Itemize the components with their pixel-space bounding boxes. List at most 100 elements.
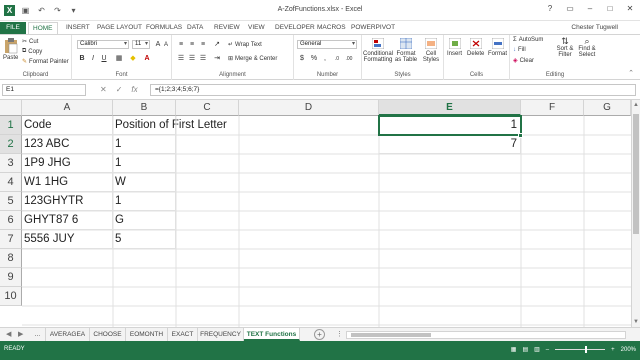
row-header-5[interactable]: 5 (0, 192, 22, 211)
align-middle-icon[interactable]: ≡ (187, 40, 197, 50)
number-format-select[interactable]: General (297, 40, 357, 49)
tab-insert[interactable]: INSERT (62, 22, 94, 33)
decrease-font-icon[interactable]: A (161, 40, 171, 50)
zoom-out-icon[interactable]: – (546, 347, 549, 353)
sort-filter-button[interactable]: ⇅ Sort & Filter (554, 37, 576, 59)
row-header-9[interactable]: 9 (0, 268, 22, 287)
zoom-level[interactable]: 200% (621, 347, 636, 353)
align-top-icon[interactable]: ≡ (176, 40, 186, 50)
scrollbar-thumb[interactable] (633, 114, 639, 234)
sheet-tab-frequency[interactable]: FREQUENCY (198, 328, 244, 341)
next-sheet-icon[interactable]: ▶ (18, 330, 23, 338)
select-all-corner[interactable] (0, 100, 22, 116)
increase-decimal-icon[interactable]: .0 (332, 54, 342, 64)
page-break-view-icon[interactable]: ▥ (534, 346, 540, 353)
vertical-scrollbar[interactable]: ▲ ▼ (631, 100, 640, 327)
tab-page-layout[interactable]: PAGE LAYOUT (93, 22, 146, 33)
sheet-tab-ellipsis[interactable]: ... (30, 328, 46, 341)
clear-button[interactable]: ◈ Clear (513, 57, 534, 65)
name-box[interactable]: E1 (2, 84, 86, 96)
tab-view[interactable]: VIEW (244, 22, 269, 33)
scroll-down-icon[interactable]: ▼ (633, 319, 639, 325)
column-header-d[interactable]: D (239, 100, 379, 116)
font-size-select[interactable]: 11 (132, 40, 150, 49)
comma-button[interactable]: , (320, 54, 330, 64)
percent-button[interactable]: % (309, 54, 319, 64)
column-header-g[interactable]: G (584, 100, 631, 116)
horizontal-scroll-thumb[interactable] (351, 333, 431, 337)
zoom-in-icon[interactable]: + (611, 347, 615, 353)
row-header-10[interactable]: 10 (0, 287, 22, 306)
italic-button[interactable]: I (88, 54, 98, 64)
enter-icon[interactable]: ✓ (116, 84, 123, 96)
insert-cells-button[interactable]: Insert (447, 38, 462, 57)
fill-color-icon[interactable]: ◆ (128, 54, 138, 64)
find-select-button[interactable]: ⌕ Find & Select (576, 37, 598, 59)
merge-center-button[interactable]: ⊞ Merge & Center (228, 55, 277, 63)
minimize-icon[interactable]: – (584, 3, 596, 15)
format-cells-button[interactable]: Format (488, 38, 507, 57)
user-name[interactable]: Chester Tugwell (571, 22, 618, 33)
column-header-b[interactable]: B (113, 100, 176, 116)
fill-button[interactable]: ↓ Fill (513, 47, 526, 53)
column-header-e[interactable]: E (379, 100, 521, 116)
row-header-4[interactable]: 4 (0, 173, 22, 192)
horizontal-scrollbar[interactable] (346, 331, 626, 339)
worksheet-grid[interactable]: A B C D E F G 1 2 3 4 5 6 7 8 9 10 Code … (0, 100, 631, 327)
row-header-8[interactable]: 8 (0, 249, 22, 268)
help-icon[interactable]: ? (544, 3, 556, 15)
indent-icon[interactable]: ⇥ (212, 54, 222, 64)
delete-cells-button[interactable]: Delete (467, 38, 484, 57)
sheet-tab-choose[interactable]: CHOOSE (90, 328, 126, 341)
sheet-tab-text-functions[interactable]: TEXT Functions (244, 328, 300, 341)
tab-split-icon[interactable]: ⋮ (336, 330, 343, 338)
tab-data[interactable]: DATA (183, 22, 207, 33)
tab-file[interactable]: FILE (0, 22, 26, 34)
underline-button[interactable]: U (99, 54, 109, 64)
scroll-up-icon[interactable]: ▲ (633, 102, 639, 108)
align-left-icon[interactable]: ☰ (176, 54, 186, 64)
borders-icon[interactable]: ▦ (114, 54, 124, 64)
conditional-formatting-button[interactable]: Conditional Formatting (363, 38, 393, 63)
prev-sheet-icon[interactable]: ◀ (6, 330, 11, 338)
tab-macros[interactable]: MACROS (313, 22, 350, 33)
row-header-7[interactable]: 7 (0, 230, 22, 249)
add-sheet-icon[interactable]: + (314, 329, 325, 340)
font-name-select[interactable]: Calibri (77, 40, 129, 49)
tab-developer[interactable]: DEVELOPER (271, 22, 319, 33)
column-header-c[interactable]: C (176, 100, 239, 116)
format-as-table-button[interactable]: Format as Table (394, 38, 418, 63)
autosum-button[interactable]: Σ AutoSum (513, 37, 543, 43)
bold-button[interactable]: B (77, 54, 87, 64)
wrap-text-button[interactable]: ↵ Wrap Text (228, 41, 262, 49)
tab-review[interactable]: REVIEW (210, 22, 244, 33)
format-painter-button[interactable]: ✎ Format Painter (22, 58, 69, 66)
fill-handle[interactable] (518, 133, 523, 138)
tab-formulas[interactable]: FORMULAS (142, 22, 186, 33)
row-header-3[interactable]: 3 (0, 154, 22, 173)
cut-button[interactable]: ✂ Cut (22, 38, 38, 46)
sheet-tab-exact[interactable]: EXACT (168, 328, 198, 341)
cell-styles-button[interactable]: Cell Styles (420, 38, 442, 63)
currency-button[interactable]: $ (297, 54, 307, 64)
formula-input[interactable]: ={1;2;3;4;5;6;7} (150, 84, 636, 96)
collapse-ribbon-icon[interactable]: ⌃ (628, 69, 634, 77)
sheet-tab-averagea[interactable]: AVERAGEA (46, 328, 90, 341)
sheet-tab-eomonth[interactable]: EOMONTH (126, 328, 168, 341)
decrease-decimal-icon[interactable]: .00 (344, 54, 354, 64)
orientation-icon[interactable]: ↗ (212, 40, 222, 50)
cancel-icon[interactable]: ✕ (100, 84, 107, 96)
font-color-icon[interactable]: A (142, 54, 152, 64)
align-right-icon[interactable]: ☰ (198, 54, 208, 64)
close-icon[interactable]: ✕ (624, 3, 636, 15)
tab-powerpivot[interactable]: POWERPIVOT (347, 22, 399, 33)
page-layout-view-icon[interactable]: ▤ (522, 346, 528, 353)
column-header-a[interactable]: A (22, 100, 113, 116)
paste-button[interactable]: Paste (3, 38, 18, 61)
align-bottom-icon[interactable]: ≡ (198, 40, 208, 50)
row-header-1[interactable]: 1 (0, 116, 22, 135)
maximize-icon[interactable]: □ (604, 3, 616, 15)
row-header-2[interactable]: 2 (0, 135, 22, 154)
copy-button[interactable]: ⧉ Copy (22, 48, 42, 55)
normal-view-icon[interactable]: ▦ (511, 346, 517, 353)
